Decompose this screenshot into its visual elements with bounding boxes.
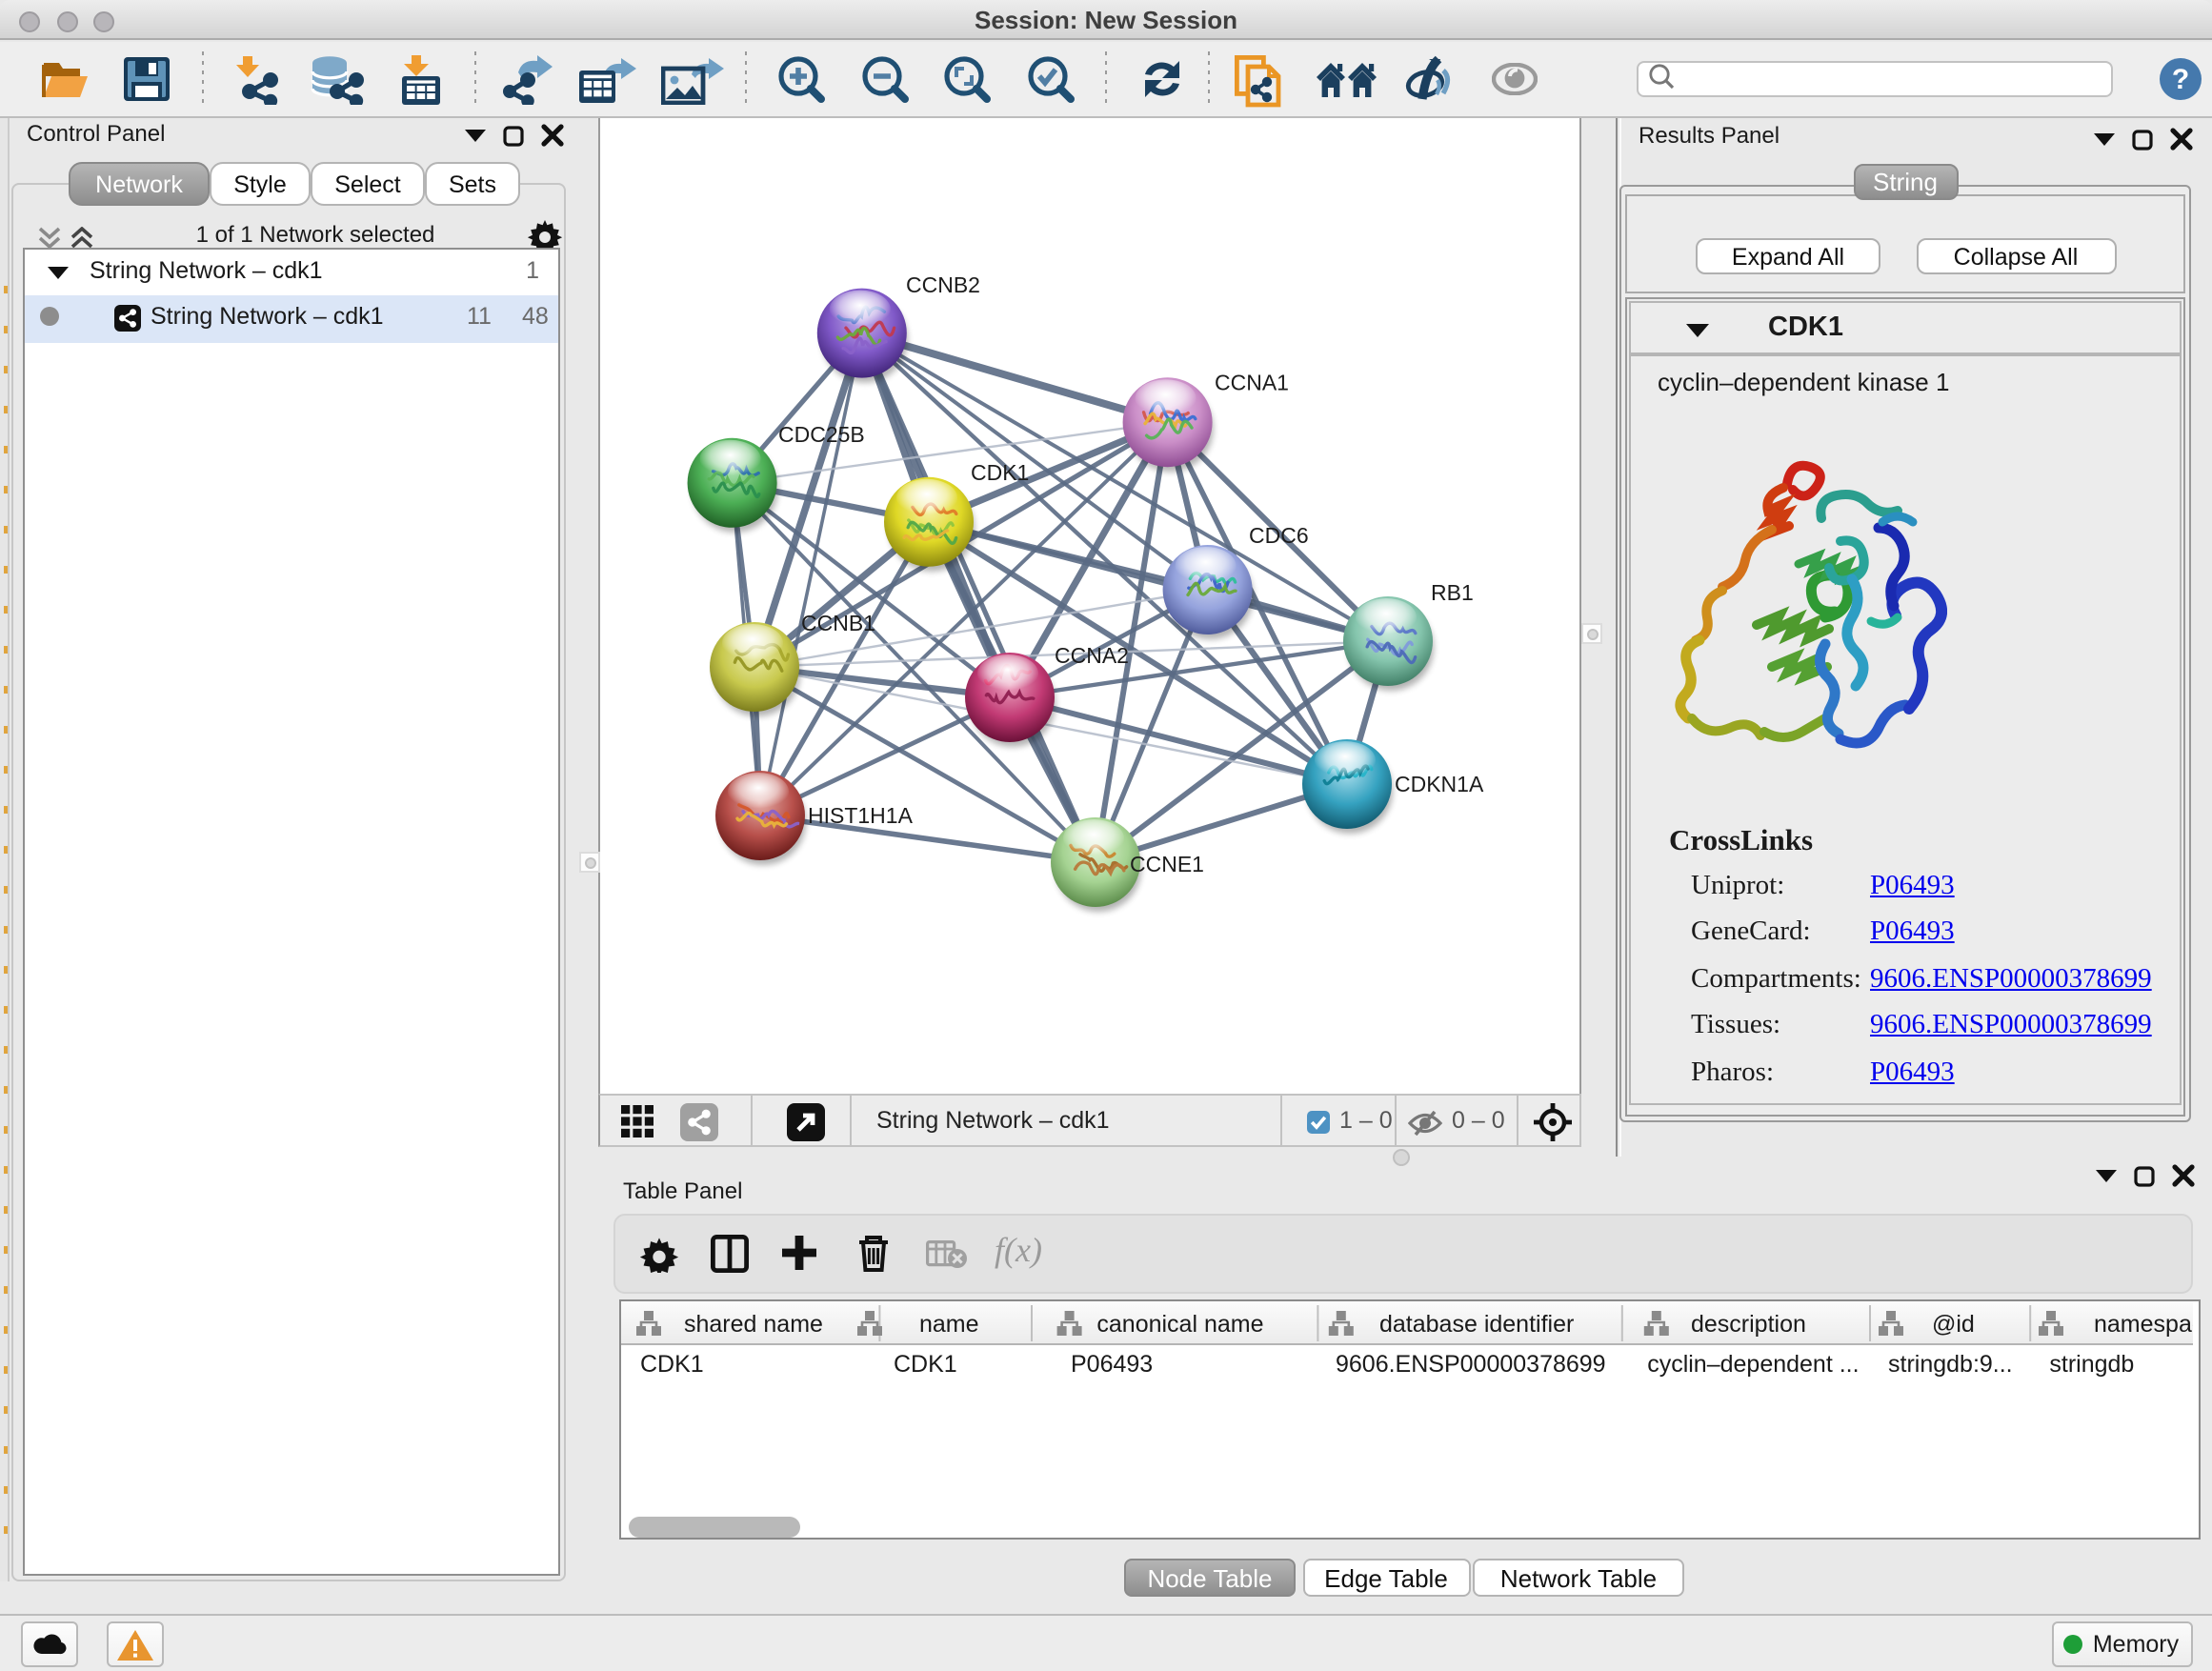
svg-text:CDC25B: CDC25B [778,422,865,447]
svg-text:canonical name: canonical name [1096,1310,1263,1337]
svg-text:CCNB1: CCNB1 [801,611,875,635]
svg-text:cyclin–dependent ...: cyclin–dependent ... [1647,1350,1859,1377]
svg-text:description: description [1691,1310,1806,1337]
svg-text:CDK1: CDK1 [894,1350,957,1377]
svg-text:CDK1: CDK1 [640,1350,704,1377]
svg-text:?: ? [2172,64,2189,95]
svg-text:HIST1H1A: HIST1H1A [808,803,914,828]
svg-text:P06493: P06493 [1071,1350,1153,1377]
svg-text:CDC6: CDC6 [1249,523,1309,548]
svg-text:@id: @id [1932,1310,1975,1337]
svg-text:CCNE1: CCNE1 [1130,852,1204,876]
svg-text:RB1: RB1 [1431,580,1474,605]
svg-text:namespace: namespace [2094,1310,2193,1337]
svg-text:CCNB2: CCNB2 [906,272,980,297]
svg-text:stringdb: stringdb [2049,1350,2134,1377]
svg-text:CCNA2: CCNA2 [1055,643,1129,668]
svg-text:shared name: shared name [684,1310,823,1337]
svg-text:stringdb:9...: stringdb:9... [1888,1350,2013,1377]
svg-text:name: name [919,1310,979,1337]
svg-text:9606.ENSP00000378699: 9606.ENSP00000378699 [1336,1350,1606,1377]
svg-text:CDK1: CDK1 [971,460,1029,485]
svg-text:database identifier: database identifier [1379,1310,1574,1337]
svg-text:CCNA1: CCNA1 [1215,370,1289,394]
svg-text:CDKN1A: CDKN1A [1395,772,1484,796]
